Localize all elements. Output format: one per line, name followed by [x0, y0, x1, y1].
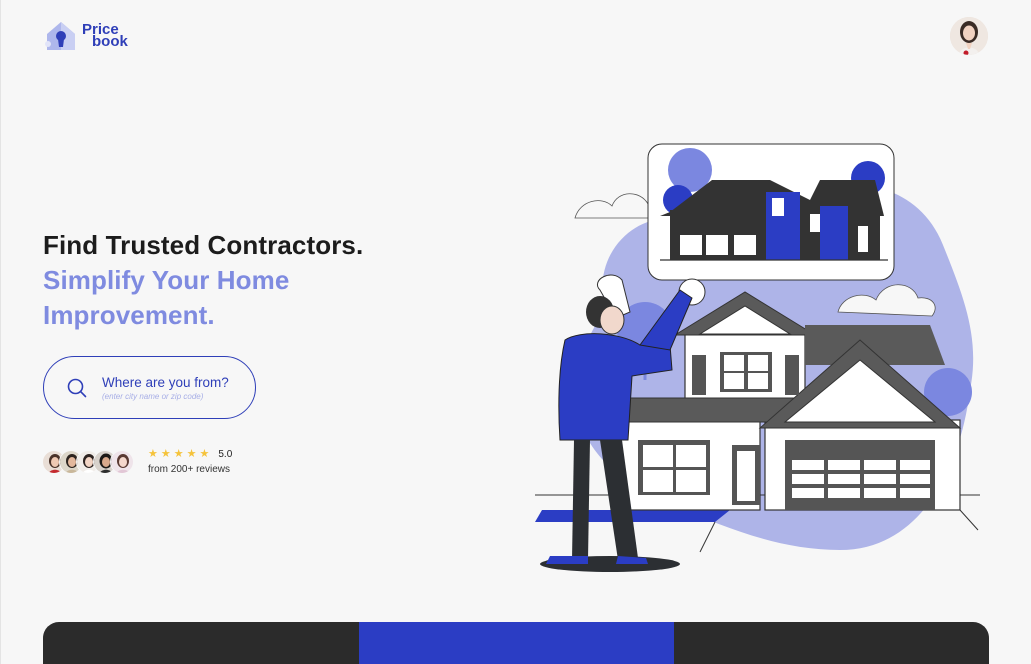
location-search[interactable]: Where are you from? (enter city name or … — [43, 356, 256, 419]
user-avatar-image — [950, 17, 988, 55]
star-icon: ★ — [199, 448, 210, 460]
reviewer-avatars — [42, 449, 134, 474]
brand-logo[interactable]: Price book — [44, 20, 128, 52]
brand-name-line2: book — [92, 33, 128, 50]
star-icon: ★ — [160, 448, 171, 460]
star-icon: ★ — [148, 448, 158, 460]
search-label: Where are you from? — [102, 374, 229, 390]
headline-line2: Simplify Your Home — [43, 265, 290, 295]
band-segment-blue — [359, 622, 674, 664]
user-avatar[interactable] — [950, 17, 988, 55]
review-count: from 200+ reviews — [148, 464, 230, 475]
bottom-section — [43, 622, 989, 664]
search-hint: (enter city name or zip code) — [102, 391, 204, 401]
band-segment-dark — [43, 622, 359, 664]
house-keyhole-icon — [45, 22, 75, 50]
hero-illustration — [535, 143, 980, 572]
star-rating: ★ ★ ★ ★ ★ 5.0 — [148, 448, 232, 460]
hero-headline: Find Trusted Contractors. Simplify Your … — [43, 228, 363, 333]
brand-name: Price book — [82, 22, 128, 50]
star-icon: ★ — [173, 448, 184, 460]
rating-block: ★ ★ ★ ★ ★ 5.0 from 200+ reviews — [148, 448, 232, 475]
headline-line3: Improvement. — [43, 300, 215, 330]
headline-line1: Find Trusted Contractors. — [43, 230, 364, 260]
reviewer-avatar — [110, 449, 134, 474]
star-icon: ★ — [186, 448, 197, 460]
search-icon — [67, 378, 87, 397]
band-segment-dark — [674, 622, 989, 664]
rating-score: 5.0 — [218, 448, 233, 460]
reviews-summary: ★ ★ ★ ★ ★ 5.0 from 200+ reviews — [42, 448, 232, 475]
